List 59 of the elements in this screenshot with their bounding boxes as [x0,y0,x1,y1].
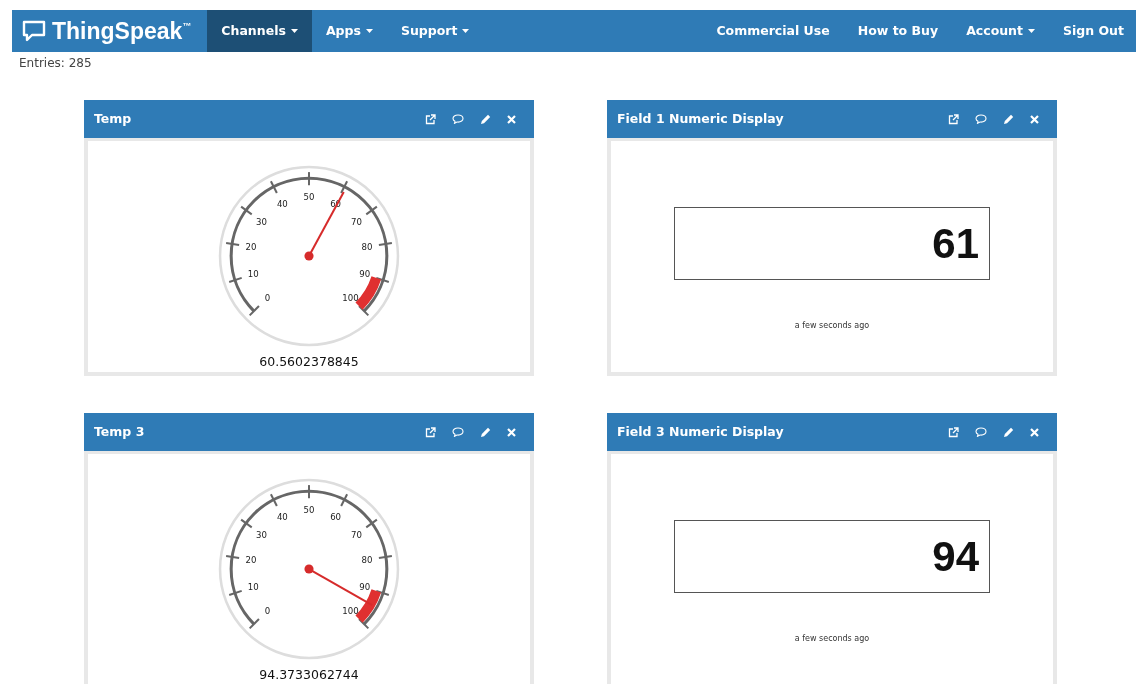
gauge-tick-label: 30 [256,529,267,540]
gauge-tick-label: 70 [351,529,362,540]
numeric-display: 94 [674,520,990,593]
widget-title: Temp 3 [94,422,146,441]
widget-title: Temp [94,109,133,128]
close-icon[interactable] [507,114,516,124]
external-link-icon[interactable] [948,113,959,125]
gauge-tick-label: 60 [330,511,342,522]
close-icon[interactable] [1030,427,1039,437]
external-link-icon[interactable] [948,426,959,438]
close-icon[interactable] [1030,114,1039,124]
gauge-tick-label: 20 [245,554,257,565]
gauge-tick-label: 80 [361,554,373,565]
gauge-value: 94.3733062744 [259,666,359,684]
gauge-tick-label: 80 [361,241,373,252]
gauge-tick-label: 10 [247,269,259,280]
gauge-tick-label: 10 [247,582,259,593]
close-icon[interactable] [507,427,516,437]
comment-icon[interactable] [975,427,987,437]
nav-link[interactable]: Commercial Use [702,10,844,52]
gauge-tick-label: 40 [276,511,288,522]
nav-link[interactable]: Sign Out [1049,10,1136,52]
gauge-tick-label: 90 [359,582,371,593]
widget-title: Field 3 Numeric Display [617,422,785,441]
chat-bubble-icon [22,20,46,42]
pencil-icon[interactable] [1003,113,1014,125]
gauge-tick-label: 100 [342,292,359,303]
timestamp: a few seconds ago [794,320,870,332]
gauge-tick-label: 50 [303,192,315,203]
gauge-needle [304,564,373,607]
nav-link[interactable]: Channels [207,10,312,52]
comment-icon[interactable] [452,114,464,124]
timestamp: a few seconds ago [794,633,870,645]
pencil-icon[interactable] [480,113,491,125]
gauge-needle [304,191,345,261]
gauge-tick-label: 0 [264,605,271,616]
pencil-icon[interactable] [480,426,491,438]
gauge-tick-label: 90 [359,269,371,280]
gauge-tick-label: 20 [245,241,257,252]
pencil-icon[interactable] [1003,426,1014,438]
external-link-icon[interactable] [425,113,436,125]
nav-link[interactable]: How to Buy [843,10,953,52]
gauge-value: 60.5602378845 [259,353,359,371]
gauge-tick-label: 30 [256,216,267,227]
comment-icon[interactable] [975,114,987,124]
entries-count: Entries: 285 [19,56,92,70]
gauge-tick-label: 40 [276,198,288,209]
nav-link[interactable]: Account [952,10,1049,52]
widget-title: Field 1 Numeric Display [617,109,785,128]
nav-link[interactable]: Support [386,10,484,52]
numeric-display: 61 [674,207,990,280]
external-link-icon[interactable] [425,426,436,438]
gauge-tick-label: 100 [342,605,359,616]
brand-logo[interactable]: ThingSpeak$^{™}$ [52,13,192,49]
comment-icon[interactable] [452,427,464,437]
nav-link[interactable]: Apps [311,10,387,52]
gauge-tick-label: 70 [351,216,362,227]
gauge-tick-label: 0 [264,292,271,303]
gauge-tick-label: 50 [303,505,315,516]
